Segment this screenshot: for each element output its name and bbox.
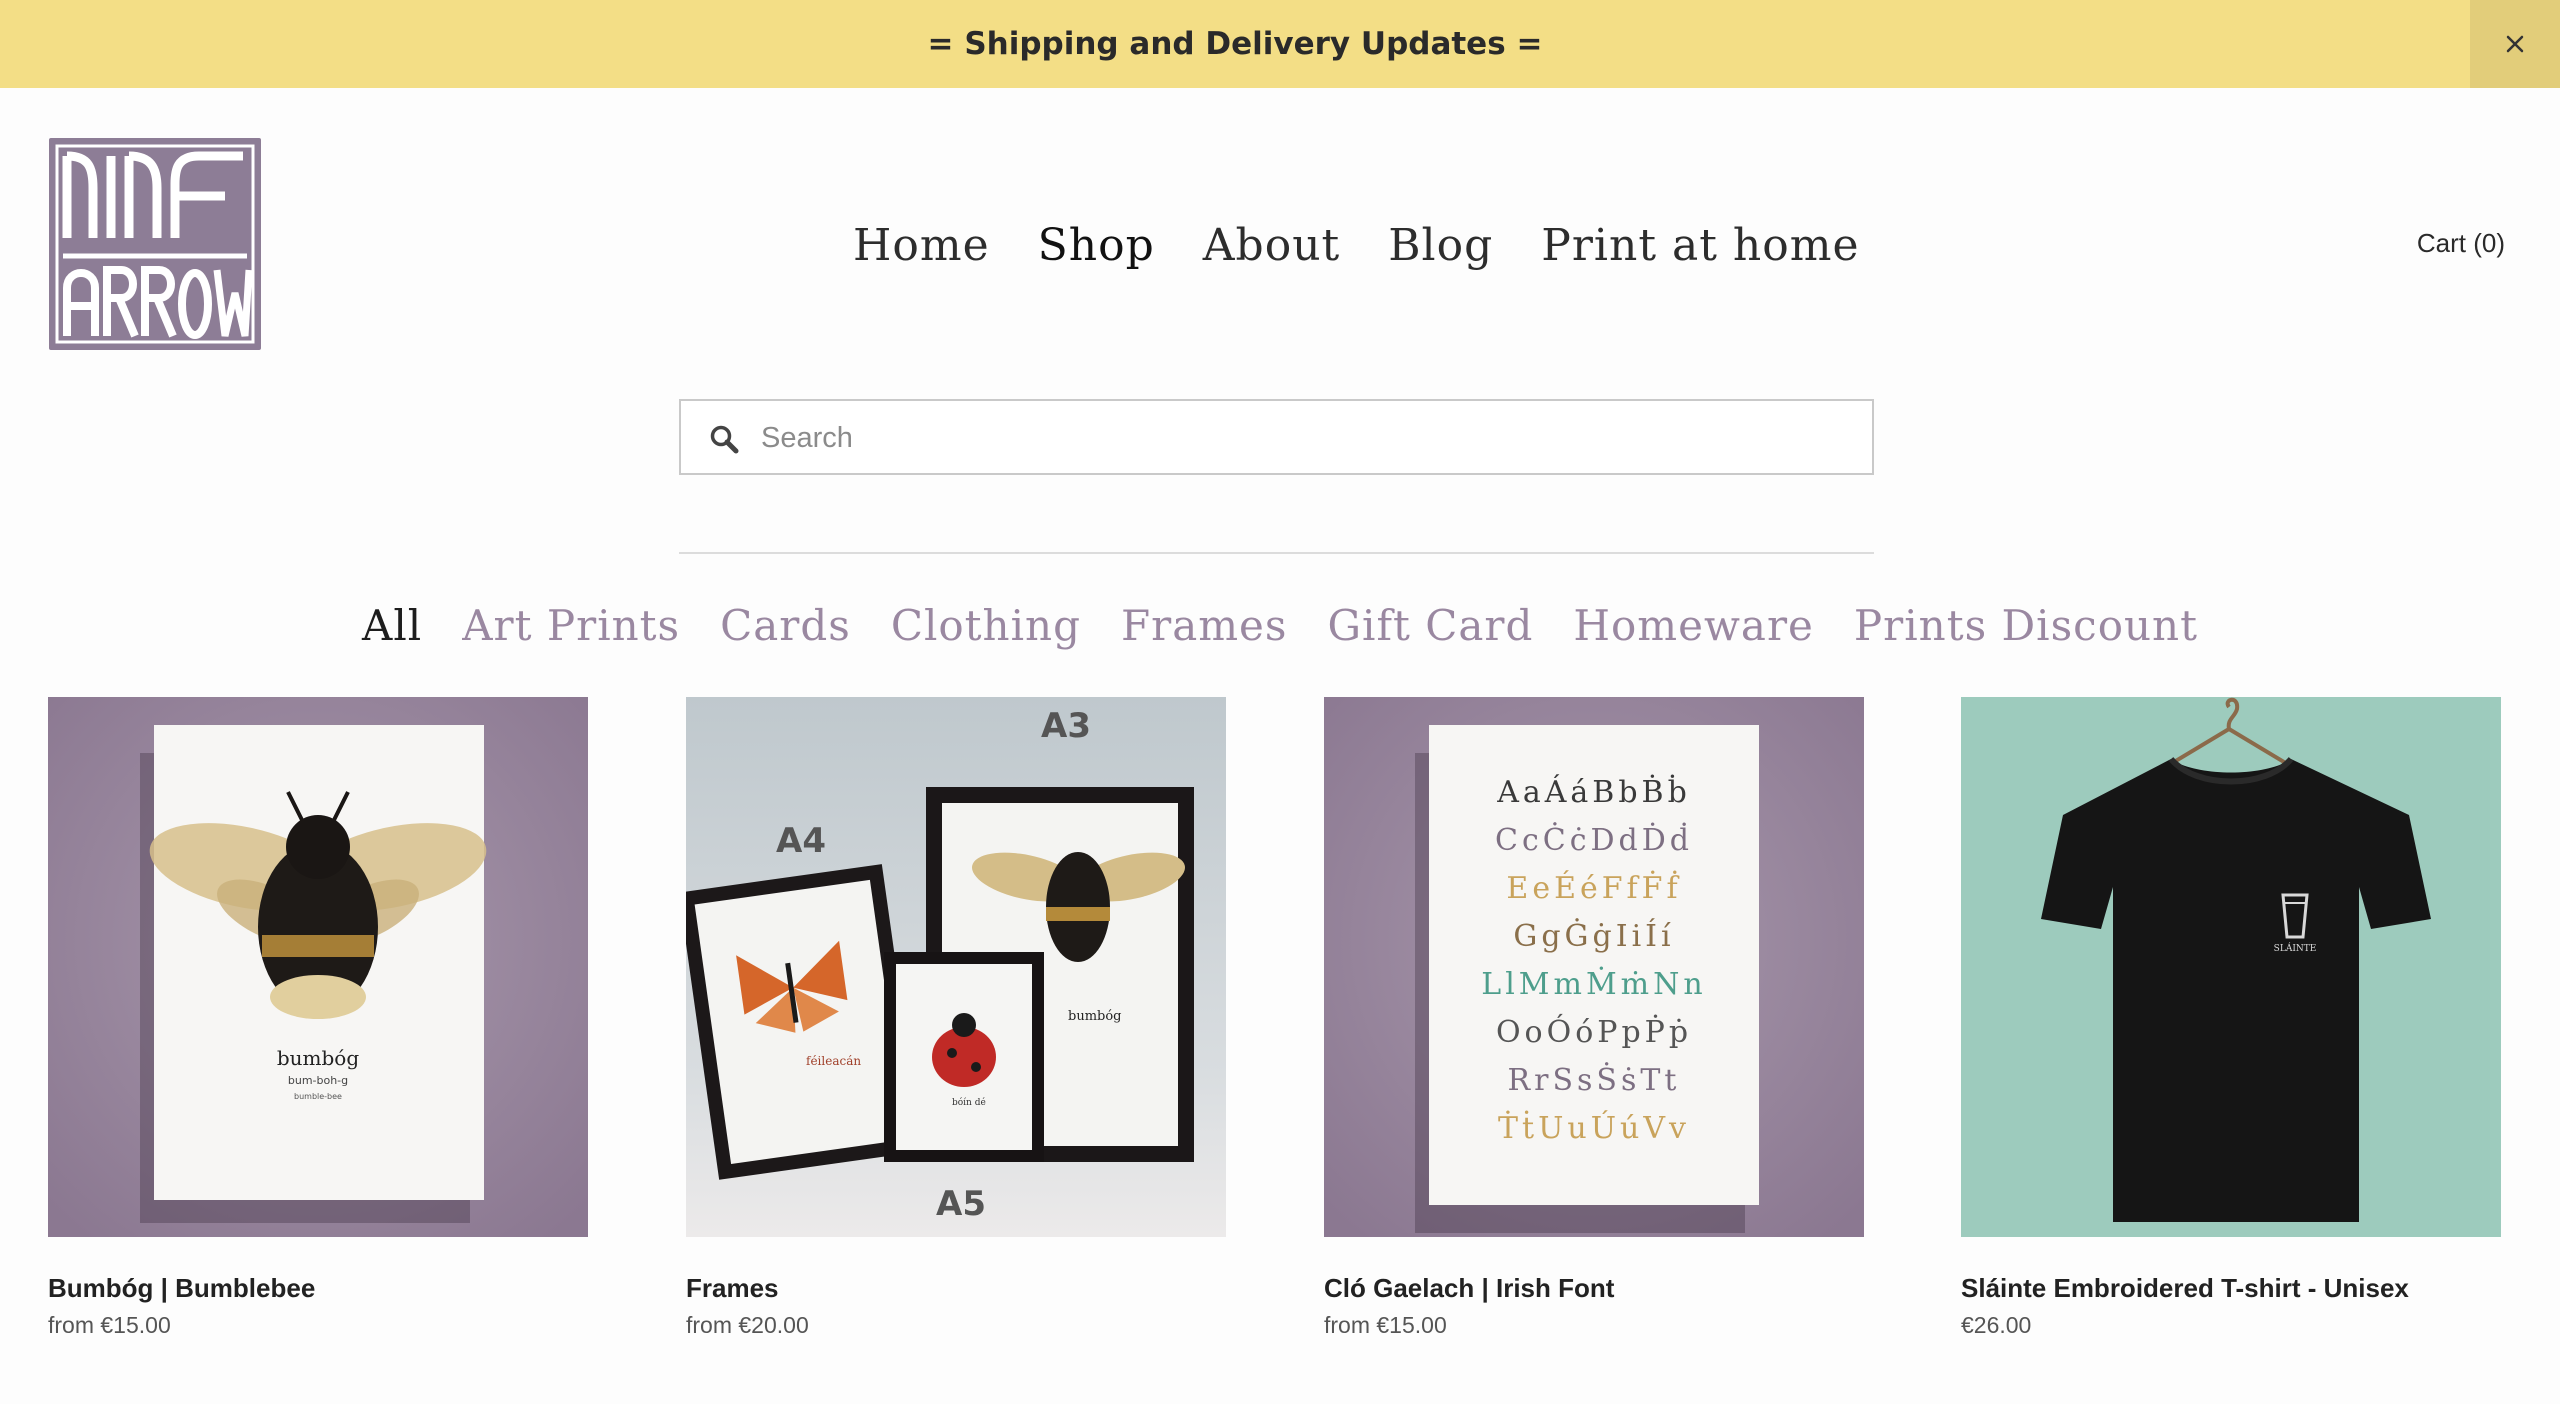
category-clothing[interactable]: Clothing	[891, 601, 1081, 650]
product-title[interactable]: Sláinte Embroidered T-shirt - Unisex	[1961, 1273, 2501, 1304]
font-row: RrSsṠṡTt	[1508, 1062, 1681, 1098]
announcement-bar: = Shipping and Delivery Updates =	[0, 0, 2560, 88]
nav-item-blog[interactable]: Blog	[1388, 220, 1493, 271]
print-word: bumbóg	[277, 1046, 359, 1070]
category-frames[interactable]: Frames	[1121, 601, 1288, 650]
main-nav: Home Shop About Blog Print at home	[853, 205, 1860, 285]
product-image[interactable]: bumbóg A3 féileacán A4 bóín dé A5	[686, 697, 1226, 1237]
product-title[interactable]: Cló Gaelach | Irish Font	[1324, 1273, 1864, 1304]
product-price: from €15.00	[48, 1312, 171, 1338]
font-row: AaÁáBbḂḃ	[1496, 774, 1691, 810]
print-english: bumble-bee	[294, 1092, 342, 1101]
font-row: LlMmṀṁNn	[1481, 966, 1706, 1002]
font-row: GgĠġIiÍí	[1513, 918, 1674, 954]
font-row: EeÉéFfḞḟ	[1506, 870, 1681, 906]
product-price: from €20.00	[686, 1312, 809, 1338]
frame-ladybird-word: bóín dé	[952, 1097, 986, 1108]
product-price: from €15.00	[1324, 1312, 1447, 1338]
font-row: OoÓóPpṖṗ	[1496, 1014, 1692, 1050]
size-label-a5: A5	[936, 1184, 986, 1224]
site-logo[interactable]	[49, 138, 261, 350]
size-label-a4: A4	[776, 821, 826, 861]
close-icon	[2506, 35, 2524, 53]
product-image[interactable]: bumbóg bum-boh-g bumble-bee	[48, 697, 588, 1237]
nav-item-home[interactable]: Home	[853, 220, 990, 271]
product-price: €26.00	[1961, 1312, 2032, 1338]
announcement-text[interactable]: = Shipping and Delivery Updates =	[0, 0, 2470, 88]
embroidery-text: SLÁINTE	[2274, 942, 2317, 954]
category-filter: All Art Prints Cards Clothing Frames Gif…	[0, 590, 2560, 660]
search-box	[679, 399, 1874, 475]
product-card[interactable]: AaÁáBbḂḃ CcĊċDdḊḋ EeÉéFfḞḟ GgĠġIiÍí LlMm…	[1324, 697, 1864, 1339]
font-row: ṪṫUuÚúVv	[1498, 1110, 1690, 1146]
category-all[interactable]: All	[362, 601, 422, 650]
announcement-close-button[interactable]	[2470, 0, 2560, 88]
category-gift-card[interactable]: Gift Card	[1327, 601, 1533, 650]
nav-item-about[interactable]: About	[1203, 220, 1340, 271]
category-prints-discount[interactable]: Prints Discount	[1854, 601, 2198, 650]
product-card[interactable]: bumbóg A3 féileacán A4 bóín dé A5 Frames…	[686, 697, 1226, 1339]
cart-link[interactable]: Cart (0)	[2417, 228, 2505, 259]
category-art-prints[interactable]: Art Prints	[462, 601, 680, 650]
product-image[interactable]: AaÁáBbḂḃ CcĊċDdḊḋ EeÉéFfḞḟ GgĠġIiÍí LlMm…	[1324, 697, 1864, 1237]
product-card[interactable]: SLÁINTE Sláinte Embroidered T-shirt - Un…	[1961, 697, 2501, 1339]
search-icon	[710, 425, 739, 454]
frame-bee-word: bumbóg	[1068, 1009, 1122, 1024]
product-image[interactable]: SLÁINTE	[1961, 697, 2501, 1237]
search-input[interactable]	[759, 401, 1853, 475]
size-label-a3: A3	[1041, 706, 1091, 746]
product-title[interactable]: Bumbóg | Bumblebee	[48, 1273, 588, 1304]
divider	[679, 552, 1874, 554]
product-title[interactable]: Frames	[686, 1273, 1226, 1304]
font-row: CcĊċDdḊḋ	[1495, 822, 1693, 858]
category-cards[interactable]: Cards	[720, 601, 851, 650]
frame-butterfly-word: féileacán	[806, 1054, 861, 1068]
nav-item-print-at-home[interactable]: Print at home	[1541, 220, 1859, 271]
nav-item-shop[interactable]: Shop	[1038, 220, 1155, 271]
category-homeware[interactable]: Homeware	[1573, 601, 1814, 650]
product-card[interactable]: bumbóg bum-boh-g bumble-bee Bumbóg | Bum…	[48, 697, 588, 1339]
nine-arrow-logo-mark	[55, 144, 255, 344]
print-pronunciation: bum-boh-g	[288, 1074, 348, 1087]
